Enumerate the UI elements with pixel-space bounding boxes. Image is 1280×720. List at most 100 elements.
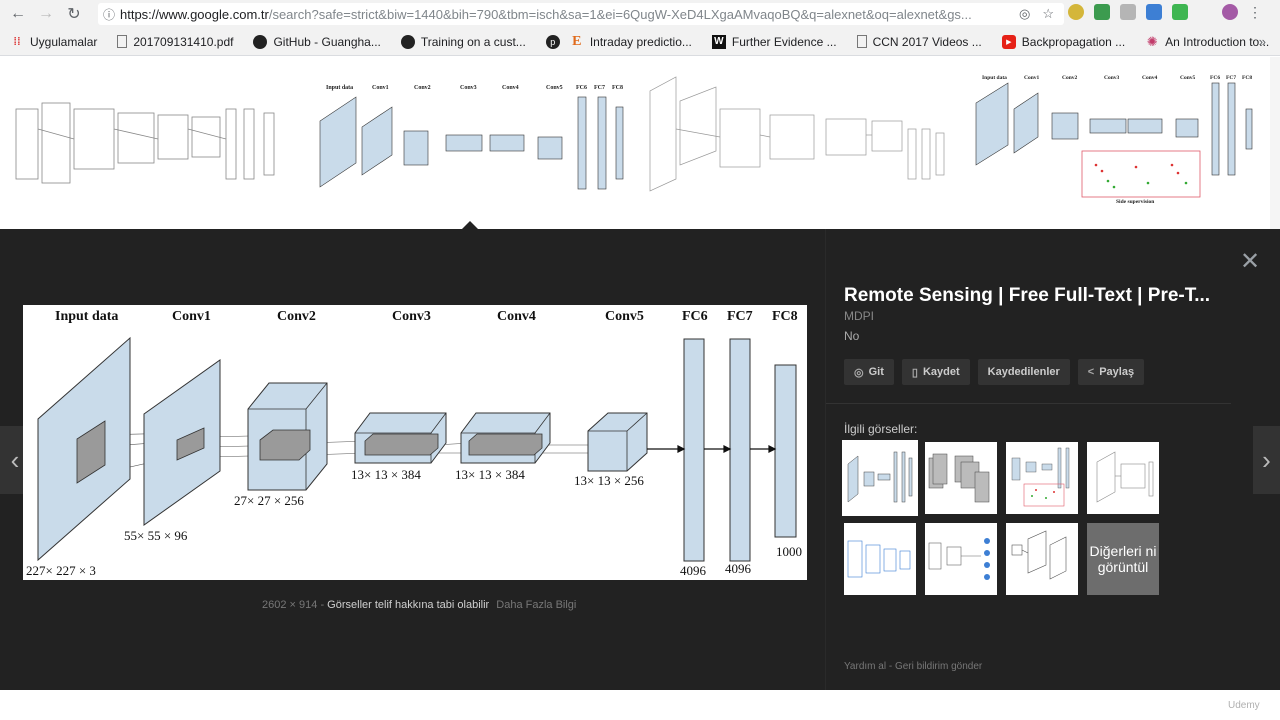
reload-icon[interactable]: ↻ bbox=[60, 0, 88, 28]
apps-grid-icon: ⁞⁞ bbox=[13, 35, 21, 48]
conv5-volume bbox=[587, 412, 648, 472]
bookmark-item[interactable]: Training on a cust... bbox=[400, 34, 526, 49]
svg-text:Conv4: Conv4 bbox=[502, 85, 519, 91]
result-source[interactable]: MDPI bbox=[844, 309, 874, 323]
alexnet-diagram: Input data Conv1 Conv2 Conv3 Conv4 Conv5… bbox=[26, 309, 802, 578]
next-image-button[interactable]: › bbox=[1253, 426, 1280, 494]
result-thumbnail[interactable]: Input data Conv1 Conv2 Conv3 Conv4 Conv5 FC6 F… bbox=[312, 69, 634, 219]
saved-button[interactable]: Kaydedilenler bbox=[977, 359, 1070, 385]
star-icon[interactable]: ☆ bbox=[1042, 6, 1054, 22]
related-image[interactable] bbox=[925, 523, 997, 595]
feedback-separator: - bbox=[888, 661, 893, 672]
close-icon[interactable]: ✕ bbox=[1240, 247, 1260, 276]
dimension-label: 13× 13 × 384 bbox=[455, 467, 525, 482]
bookmark-item[interactable]: 201709131410.pdf bbox=[117, 35, 233, 49]
svg-text:Input data: Input data bbox=[326, 85, 353, 91]
bookmark-item[interactable]: ✺ An Introduction to... bbox=[1145, 34, 1270, 49]
page-bottom bbox=[0, 690, 1280, 720]
bookmark-item[interactable]: ⁞⁞ Uygulamalar bbox=[10, 35, 97, 49]
image-side-panel: Remote Sensing | Free Full-Text | Pre-T.… bbox=[825, 229, 1231, 690]
browser-toolbar: ← → ↻ ⓘ https://www.google.com.tr/search… bbox=[0, 0, 1280, 28]
help-link[interactable]: Yardım al bbox=[844, 661, 886, 672]
url-text[interactable]: https://www.google.com.tr/search?safe=st… bbox=[120, 7, 1019, 22]
svg-text:Side supervision: Side supervision bbox=[1116, 199, 1154, 205]
bookmark-item[interactable]: p bbox=[545, 34, 560, 49]
bookmark-item[interactable]: W Further Evidence ... bbox=[711, 34, 837, 49]
dimension-label: 55× 55 × 96 bbox=[124, 528, 188, 543]
copyright-notice: Görseller telif hakkına tabi olabilir bbox=[327, 599, 490, 611]
bookmark-label: GitHub - Guangha... bbox=[273, 34, 381, 49]
dimension-label: 4096 bbox=[725, 561, 752, 576]
bookmark-item[interactable]: CCN 2017 Videos ... bbox=[856, 34, 982, 49]
bookmark-item[interactable]: GitHub - Guangha... bbox=[253, 34, 381, 49]
result-thumbnail[interactable] bbox=[12, 69, 297, 219]
dimension-label: 27× 27 × 256 bbox=[234, 493, 304, 508]
layer-label: Input data bbox=[55, 309, 118, 324]
strip-scrollbar[interactable] bbox=[1270, 57, 1280, 229]
fc8-vector bbox=[774, 364, 797, 538]
extension-gray-icon[interactable] bbox=[1120, 4, 1136, 20]
extension-evernote-icon[interactable] bbox=[1172, 4, 1188, 20]
related-images-label: İlgili görseller: bbox=[844, 422, 918, 436]
related-image[interactable] bbox=[844, 523, 916, 595]
fc7-vector bbox=[729, 338, 751, 562]
result-thumbnail[interactable] bbox=[640, 69, 955, 219]
extension-download-icon[interactable] bbox=[1146, 4, 1162, 20]
related-image[interactable] bbox=[1006, 523, 1078, 595]
bookmarks-overflow-icon[interactable]: » bbox=[1259, 34, 1266, 49]
dimension-label: 13× 13 × 256 bbox=[574, 473, 644, 488]
related-image[interactable] bbox=[842, 440, 918, 516]
more-info-link[interactable]: Daha Fazla Bilgi bbox=[496, 599, 576, 611]
info-icon[interactable]: ⓘ bbox=[98, 6, 120, 23]
svg-text:Conv3: Conv3 bbox=[460, 85, 477, 91]
result-thumbnail[interactable]: Input data Conv1 Conv2 Conv3 Conv4 Conv5 FC6 F… bbox=[962, 69, 1272, 219]
svg-text:Conv2: Conv2 bbox=[414, 85, 431, 91]
action-buttons: ◎ Git ▯ Kaydet Kaydedilenler < Paylaş bbox=[844, 359, 1145, 385]
layer-label: FC8 bbox=[772, 309, 798, 324]
result-title[interactable]: Remote Sensing | Free Full-Text | Pre-T.… bbox=[844, 285, 1224, 307]
svg-text:FC6: FC6 bbox=[1210, 75, 1220, 81]
layer-label: FC6 bbox=[682, 309, 708, 324]
image-results-strip: Input data Conv1 Conv2 Conv3 Conv4 Conv5 FC6 F… bbox=[0, 57, 1280, 229]
share-label: Paylaş bbox=[1099, 366, 1135, 378]
extension-purple-icon[interactable] bbox=[1222, 4, 1238, 20]
extension-icons: ⋮ bbox=[1068, 4, 1262, 20]
svg-text:Conv1: Conv1 bbox=[1024, 75, 1040, 81]
address-bar[interactable]: ⓘ https://www.google.com.tr/search?safe=… bbox=[98, 3, 1064, 25]
bookmark-label: CCN 2017 Videos ... bbox=[872, 34, 982, 49]
see-more-tile[interactable]: Diğerleri ni görüntül bbox=[1087, 523, 1159, 595]
save-label: Kaydet bbox=[922, 366, 960, 378]
svg-text:FC8: FC8 bbox=[612, 85, 623, 91]
send-feedback-link[interactable]: Geri bildirim gönder bbox=[895, 661, 982, 672]
url-path: /search?safe=strict&biw=1440&bih=790&tbm… bbox=[268, 6, 972, 22]
related-image[interactable] bbox=[1006, 442, 1078, 514]
bookmark-icon: ▯ bbox=[911, 366, 918, 379]
back-arrow-icon[interactable]: ← bbox=[4, 0, 32, 28]
fc6-vector bbox=[683, 338, 705, 562]
visit-button[interactable]: ◎ Git bbox=[844, 359, 894, 385]
extension-yellow-icon[interactable] bbox=[1068, 4, 1084, 20]
visit-label: Git bbox=[868, 366, 884, 378]
image-preview-panel: ‹ › ✕ Input data Conv1 Conv2 Conv3 Conv4… bbox=[0, 229, 1280, 690]
extension-green-icon[interactable] bbox=[1094, 4, 1110, 20]
layer-label: Conv4 bbox=[497, 309, 536, 324]
bookmark-item[interactable]: E Intraday predictio... bbox=[570, 34, 692, 49]
bookmark-label: Uygulamalar bbox=[30, 34, 98, 49]
related-image[interactable] bbox=[925, 442, 997, 514]
layer-label: Conv5 bbox=[605, 309, 644, 324]
result-note: No bbox=[844, 329, 860, 343]
bookmark-label: Backpropagation ... bbox=[1021, 34, 1126, 49]
layer-label: Conv3 bbox=[392, 309, 431, 324]
feedback-links: Yardım al - Geri bildirim gönder bbox=[844, 661, 982, 672]
related-image[interactable] bbox=[1087, 442, 1159, 514]
menu-icon[interactable]: ⋮ bbox=[1248, 4, 1262, 20]
target-icon[interactable]: ◎ bbox=[1019, 6, 1030, 22]
saved-label: Kaydedilenler bbox=[987, 366, 1060, 378]
bookmark-item[interactable]: ▶ Backpropagation ... bbox=[1001, 34, 1126, 49]
svg-text:Conv5: Conv5 bbox=[1180, 75, 1196, 81]
forward-arrow-icon[interactable]: → bbox=[32, 0, 60, 28]
share-button[interactable]: < Paylaş bbox=[1077, 359, 1145, 385]
svg-text:Conv3: Conv3 bbox=[1104, 75, 1120, 81]
preview-image[interactable]: Input data Conv1 Conv2 Conv3 Conv4 Conv5… bbox=[23, 305, 807, 580]
save-button[interactable]: ▯ Kaydet bbox=[901, 359, 970, 385]
